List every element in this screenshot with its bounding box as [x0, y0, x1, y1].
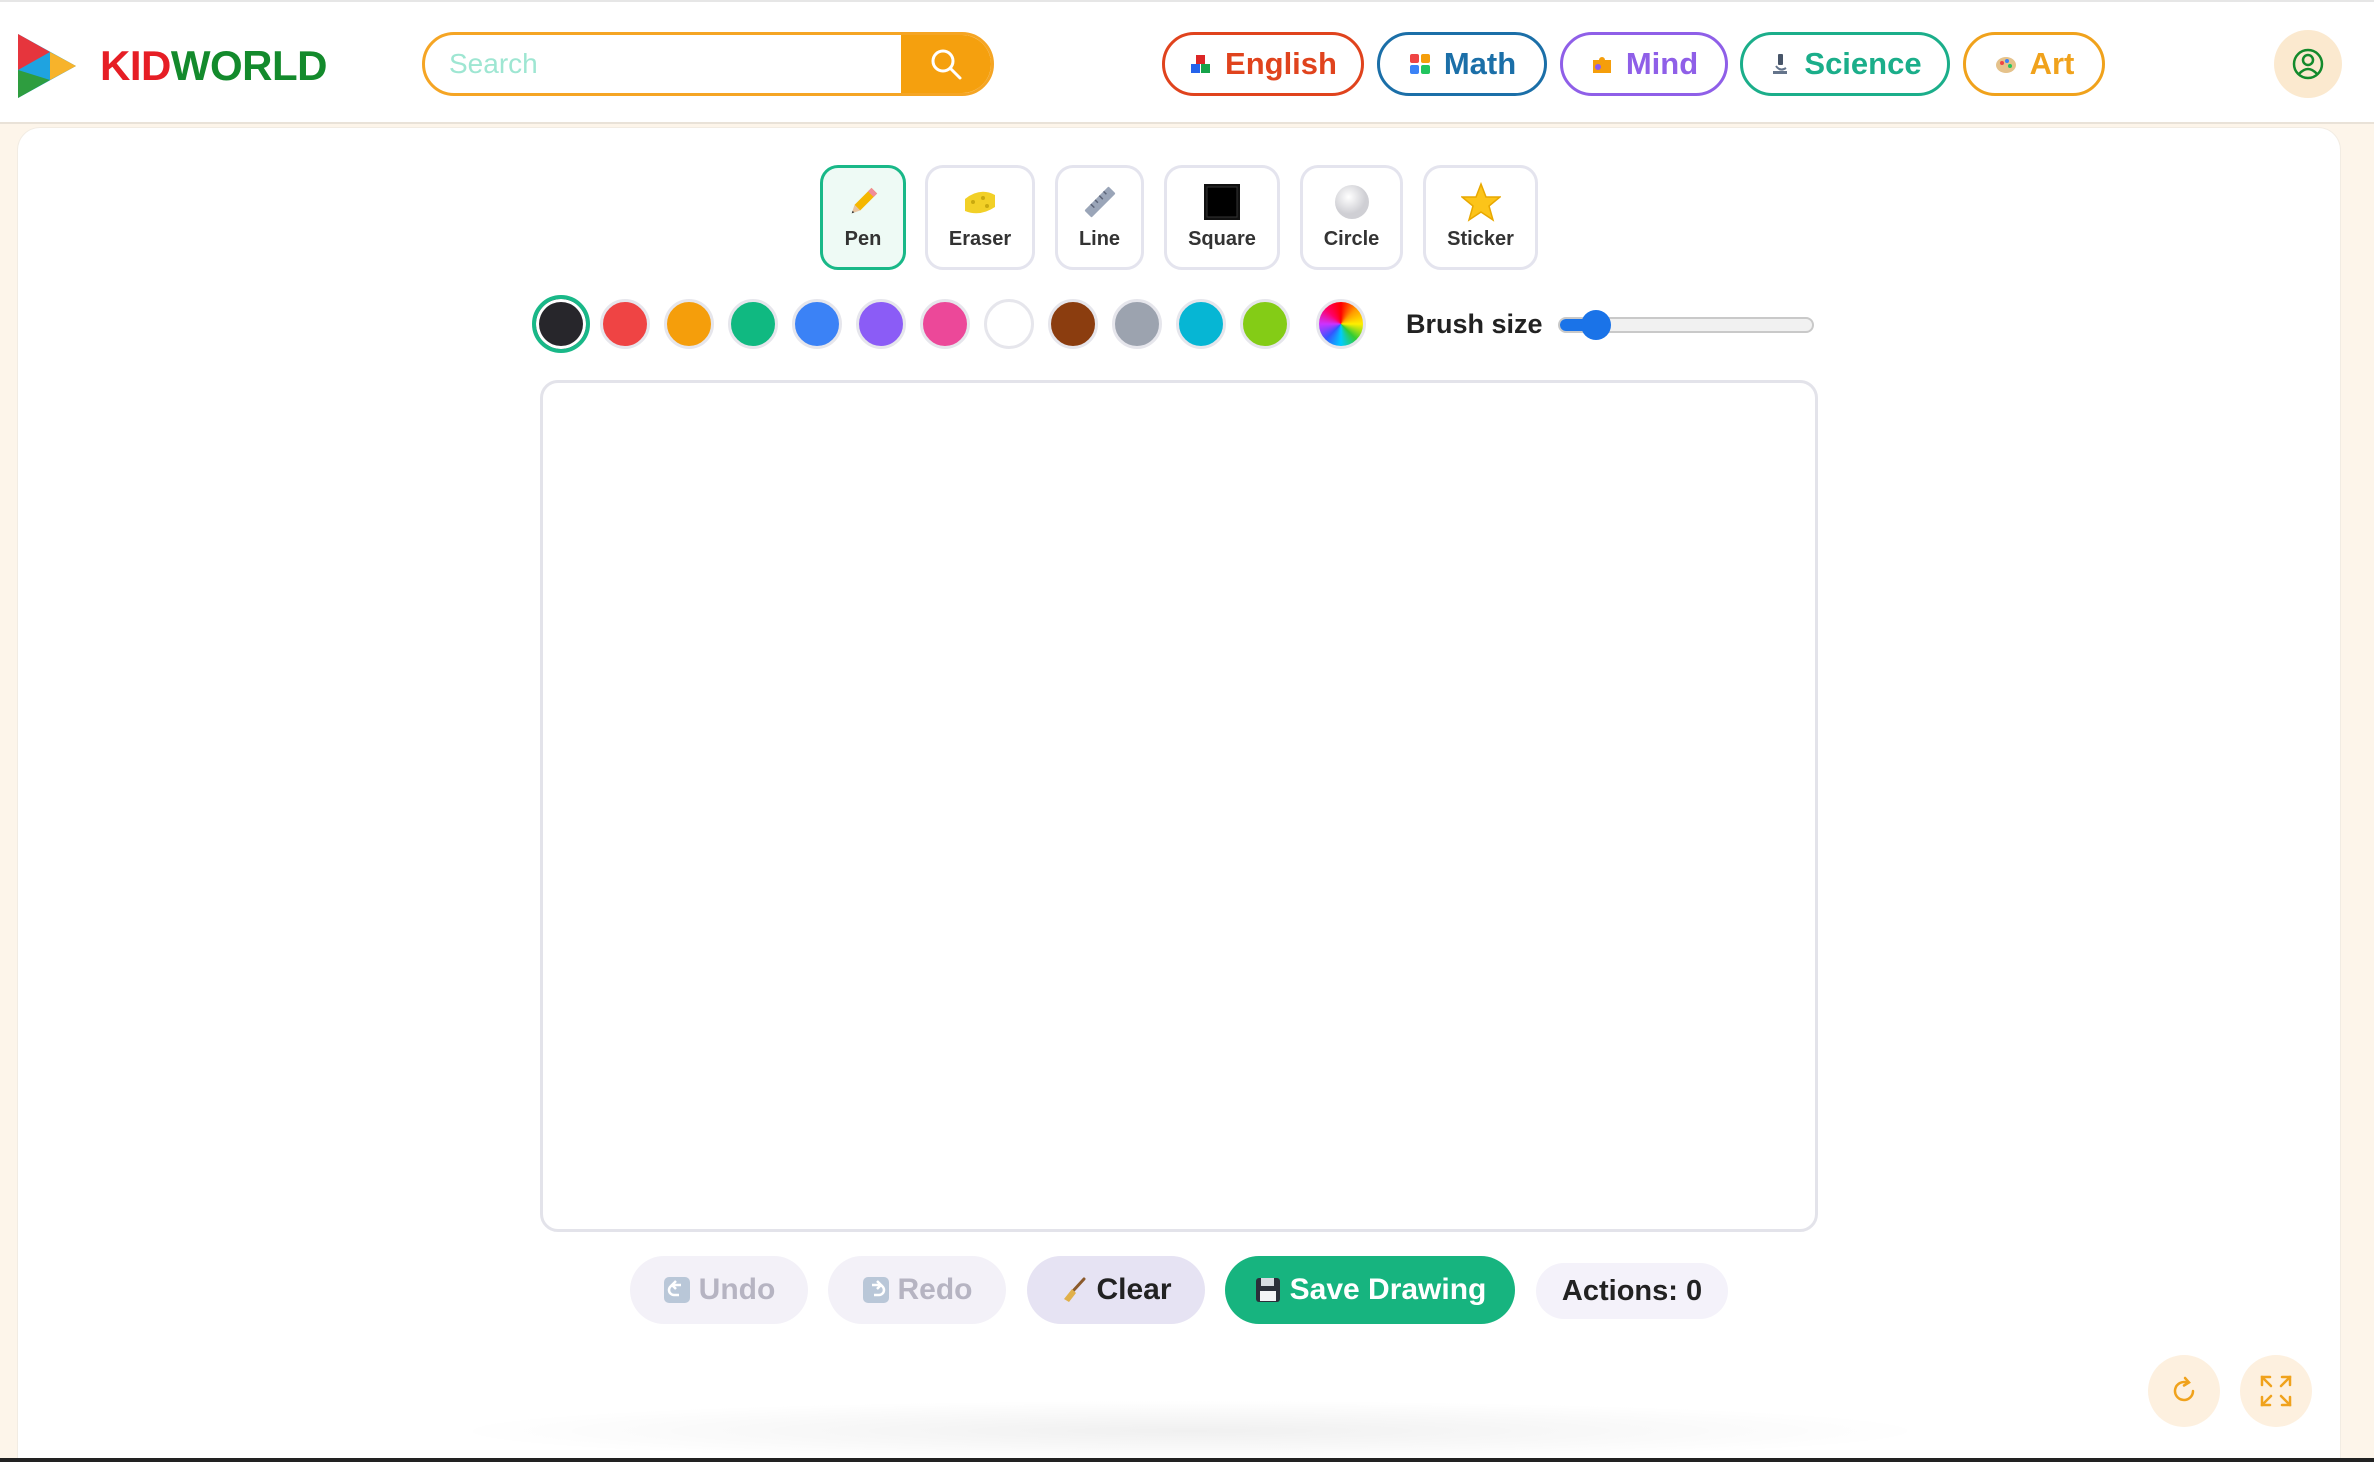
abc-blocks-icon: [1191, 55, 1211, 73]
save-drawing-button[interactable]: Save Drawing: [1225, 1256, 1515, 1324]
tool-square-label: Square: [1188, 228, 1256, 250]
palette-icon: [1995, 57, 2016, 73]
color-swatch[interactable]: [984, 299, 1034, 349]
tool-pen-button[interactable]: Pen: [820, 165, 906, 270]
clear-label: Clear: [1096, 1273, 1172, 1306]
search-bar: [422, 32, 994, 96]
tool-line-label: Line: [1078, 228, 1121, 250]
color-swatch[interactable]: [1048, 299, 1098, 349]
math-symbols-icon: [1409, 54, 1430, 74]
drawing-canvas[interactable]: [540, 380, 1818, 1232]
nav-english-button[interactable]: English: [1162, 32, 1364, 96]
sponge-icon: [960, 182, 1000, 222]
redo-label: Redo: [897, 1273, 973, 1306]
puzzle-icon: [1592, 57, 1611, 73]
nav-art-label: Art: [2029, 46, 2075, 81]
tool-eraser-label: Eraser: [948, 228, 1012, 250]
tool-pen-label: Pen: [844, 228, 882, 250]
tool-sticker-button[interactable]: Sticker: [1423, 165, 1538, 270]
color-swatch[interactable]: [920, 299, 970, 349]
window-bottom-edge: [0, 1458, 2374, 1462]
brand-part-kid: KID: [100, 42, 171, 89]
color-swatch[interactable]: [792, 299, 842, 349]
microscope-icon: [1773, 54, 1788, 74]
redo-arrow-icon: [862, 1277, 889, 1303]
tool-line-button[interactable]: Line: [1055, 165, 1144, 270]
search-input[interactable]: [425, 35, 903, 93]
color-swatch[interactable]: [532, 295, 590, 353]
nav-science-button[interactable]: Science: [1740, 32, 1950, 96]
tool-square-button[interactable]: Square: [1164, 165, 1280, 270]
tool-circle-label: Circle: [1323, 228, 1380, 250]
user-avatar-button[interactable]: [2274, 30, 2342, 98]
undo-button[interactable]: Undo: [630, 1256, 808, 1324]
card-bottom-shadow: [440, 1400, 1940, 1462]
floppy-disk-icon: [1255, 1278, 1280, 1302]
kidworld-logo-icon[interactable]: [14, 28, 84, 104]
color-swatch[interactable]: [1240, 299, 1290, 349]
fullscreen-button[interactable]: [2240, 1355, 2312, 1427]
magnifier-icon: [931, 49, 962, 80]
nav-art-button[interactable]: Art: [1963, 32, 2105, 96]
actions-counter-badge: Actions: 0: [1536, 1263, 1728, 1319]
brush-size-label: Brush size: [1406, 309, 1543, 339]
square-icon: [1202, 182, 1242, 222]
brand-part-world: WORLD: [170, 42, 328, 89]
color-swatch[interactable]: [728, 299, 778, 349]
broom-icon: [1064, 1277, 1086, 1302]
refresh-icon: [2173, 1376, 2195, 1402]
top-header: KIDWORLD English Math Mind Science: [0, 0, 2374, 124]
color-swatch[interactable]: [1112, 299, 1162, 349]
color-swatch[interactable]: [856, 299, 906, 349]
undo-arrow-icon: [663, 1277, 690, 1303]
brush-size-slider-thumb[interactable]: [1580, 310, 1611, 340]
color-swatch[interactable]: [600, 299, 650, 349]
nav-mind-label: Mind: [1625, 46, 1699, 81]
brand-name[interactable]: KIDWORLD: [100, 42, 327, 90]
nav-math-label: Math: [1443, 46, 1517, 81]
star-icon: [1460, 182, 1501, 222]
custom-color-picker[interactable]: [1316, 299, 1366, 349]
nav-math-button[interactable]: Math: [1377, 32, 1547, 96]
color-swatch[interactable]: [664, 299, 714, 349]
nav-mind-button[interactable]: Mind: [1560, 32, 1728, 96]
ruler-icon: [1080, 182, 1120, 222]
undo-label: Undo: [698, 1273, 776, 1306]
expand-icon: [2260, 1375, 2292, 1407]
tool-circle-button[interactable]: Circle: [1300, 165, 1403, 270]
user-icon: [2292, 48, 2324, 80]
search-button[interactable]: [901, 35, 991, 93]
tool-eraser-button[interactable]: Eraser: [925, 165, 1035, 270]
clear-button[interactable]: Clear: [1027, 1256, 1205, 1324]
tool-sticker-label: Sticker: [1447, 228, 1514, 250]
color-swatch[interactable]: [1176, 299, 1226, 349]
circle-icon: [1332, 182, 1372, 222]
save-drawing-label: Save Drawing: [1289, 1273, 1487, 1306]
pencil-icon: [843, 182, 883, 222]
refresh-button[interactable]: [2148, 1355, 2220, 1427]
nav-science-label: Science: [1804, 46, 1922, 81]
redo-button[interactable]: Redo: [828, 1256, 1006, 1324]
nav-english-label: English: [1225, 46, 1337, 81]
